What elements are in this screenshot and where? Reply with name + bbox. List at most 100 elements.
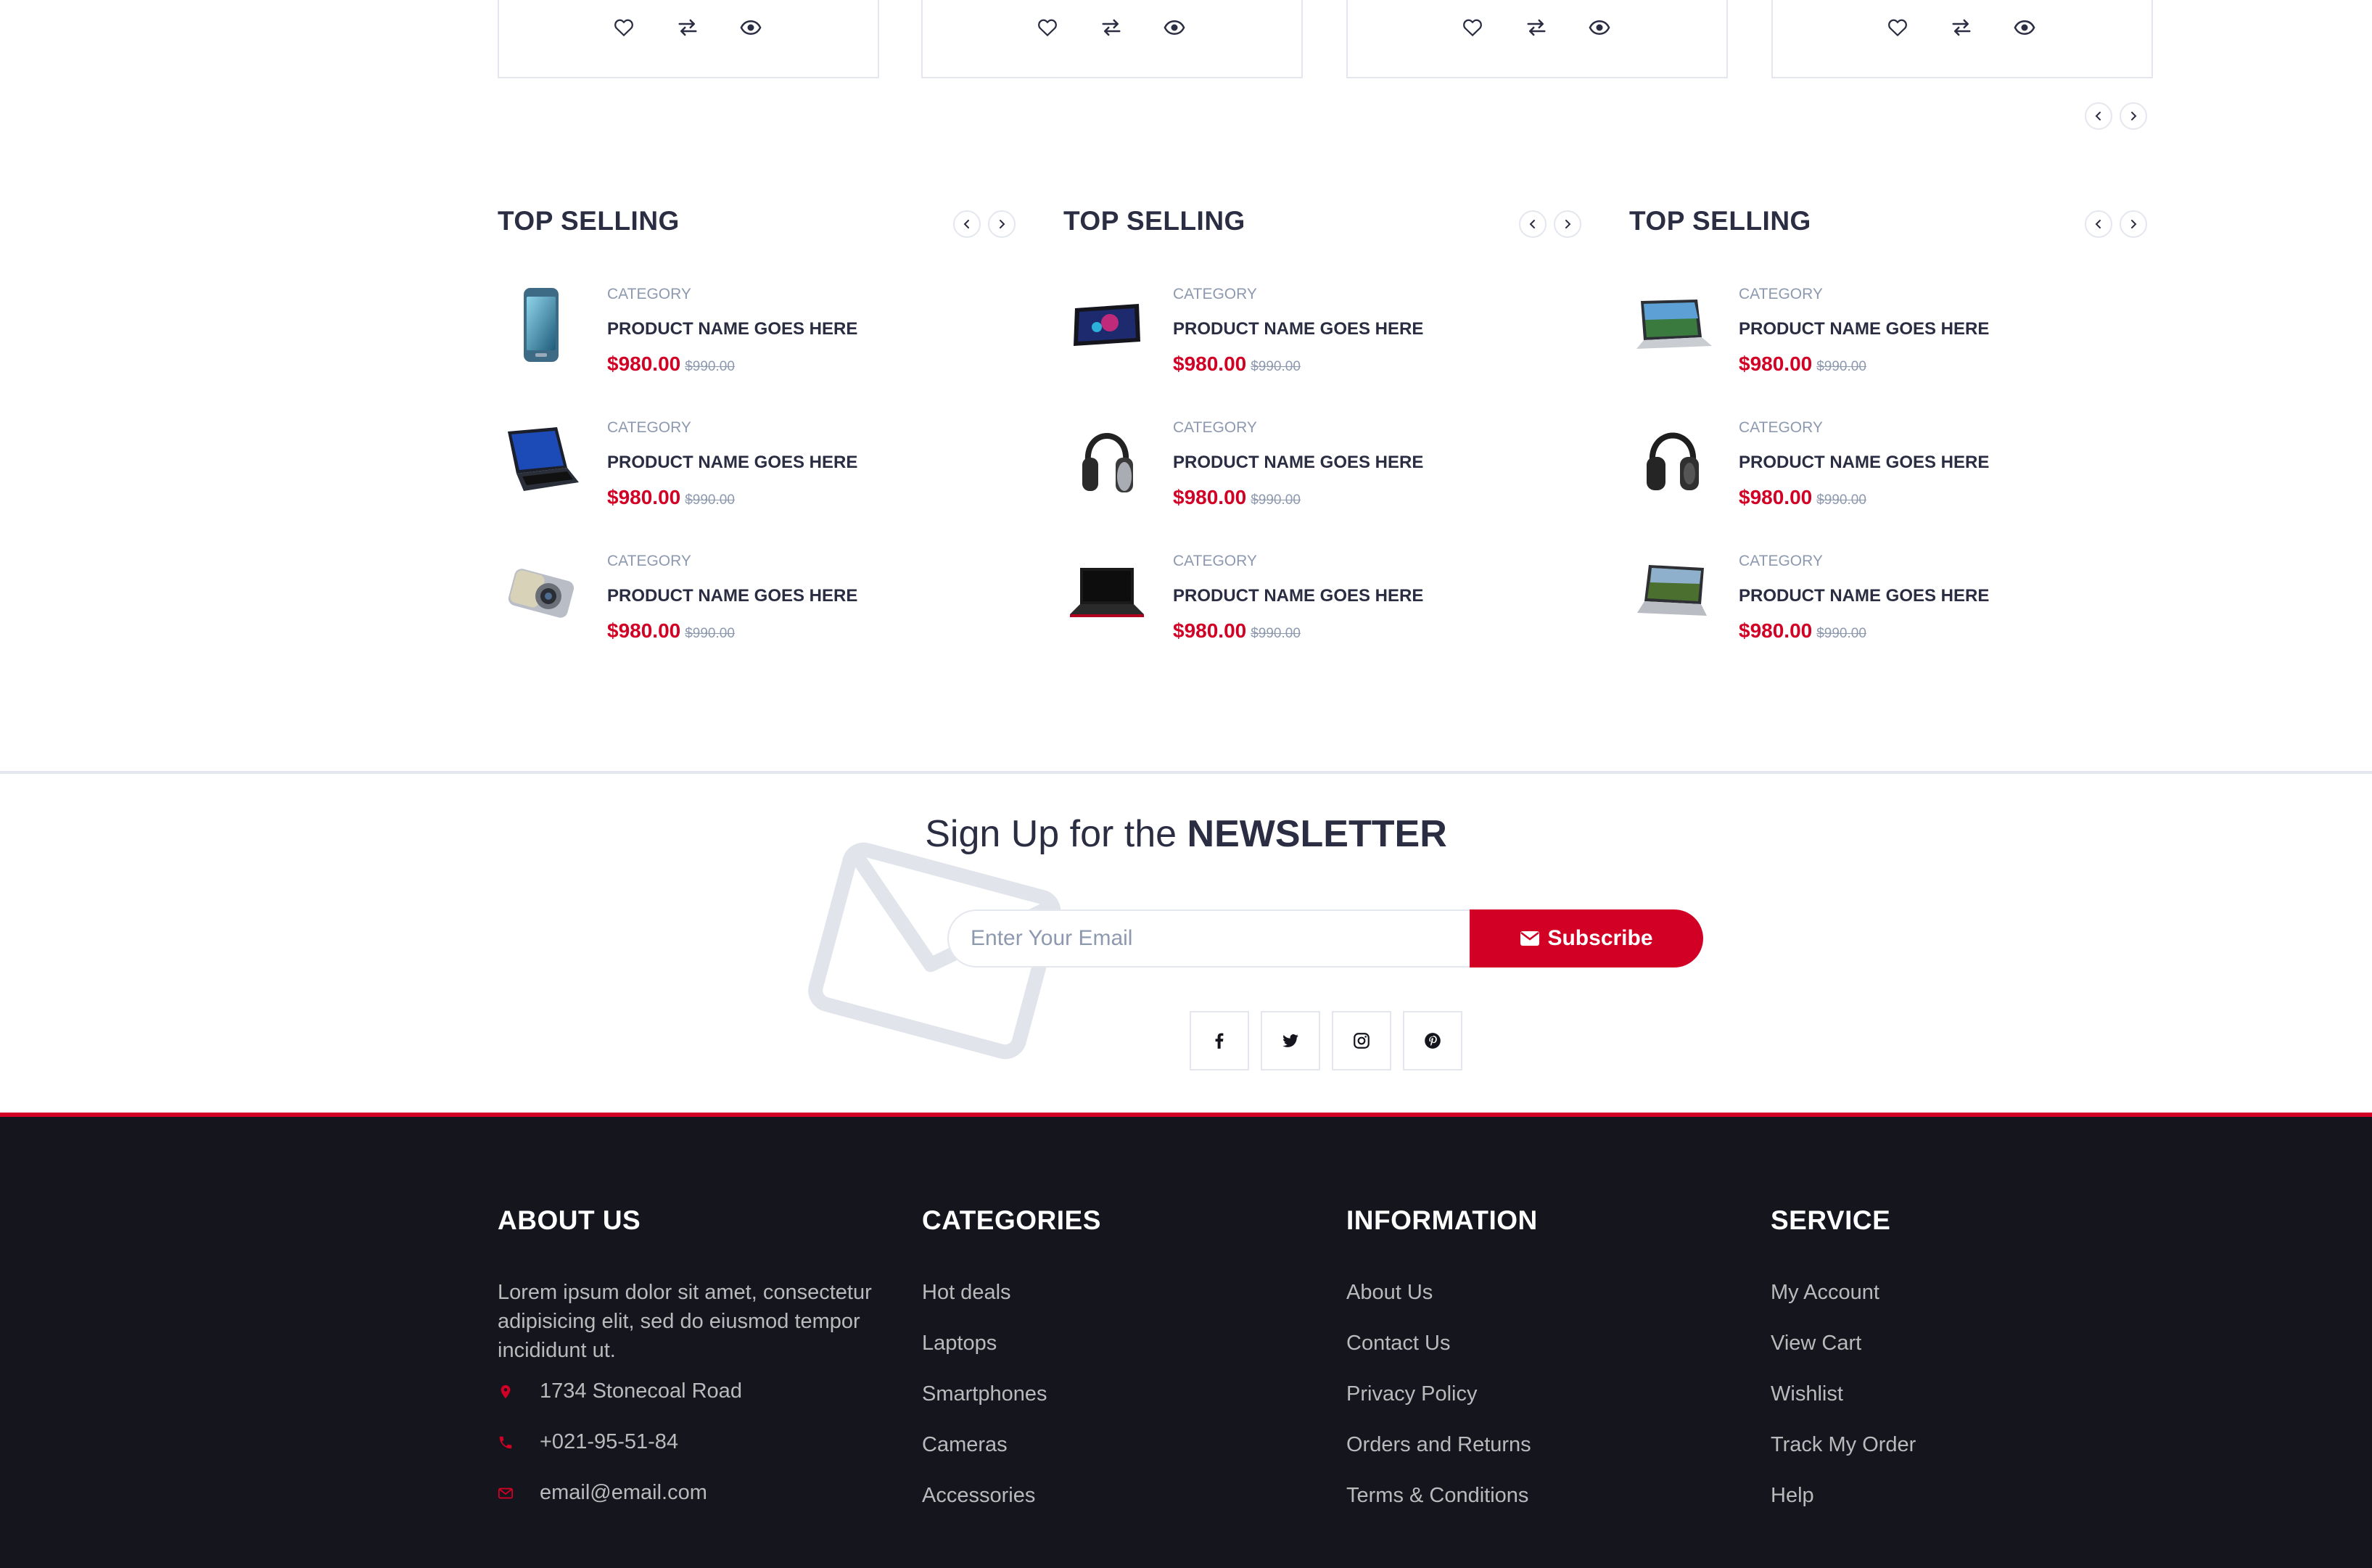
twitter-link[interactable] — [1261, 1011, 1320, 1070]
map-marker-icon — [501, 1385, 511, 1398]
add-to-compare-button[interactable] — [1947, 13, 1976, 42]
footer-link[interactable]: Track My Order — [1771, 1433, 1916, 1457]
product-price: $980.00 $990.00 — [1173, 486, 1301, 508]
product-category: CATEGORY — [607, 553, 691, 569]
exchange-icon — [1100, 17, 1122, 38]
slider-prev-button[interactable] — [2085, 102, 2112, 130]
product-price: $980.00 $990.00 — [607, 352, 735, 375]
product-old-price: $990.00 — [1251, 359, 1301, 374]
product-name[interactable]: PRODUCT NAME GOES HERE — [607, 453, 857, 473]
product-card — [921, 0, 1303, 78]
facebook-icon — [1215, 1033, 1224, 1049]
product-category: CATEGORY — [1739, 419, 1823, 436]
widget-title: TOP SELLING — [1629, 206, 1811, 236]
footer-email[interactable]: email@email.com — [498, 1481, 707, 1505]
product-name[interactable]: PRODUCT NAME GOES HERE — [607, 586, 857, 606]
footer-link[interactable]: Hot deals — [922, 1281, 1011, 1305]
footer-link[interactable]: Accessories — [922, 1484, 1035, 1508]
product-price: $980.00 $990.00 — [607, 619, 735, 642]
product-old-price: $990.00 — [1816, 626, 1866, 641]
add-to-wishlist-button[interactable] — [1883, 13, 1912, 42]
footer-address[interactable]: 1734 Stonecoal Road — [498, 1379, 742, 1403]
product-image-camera — [498, 548, 585, 635]
widget-prev-button[interactable] — [953, 210, 981, 238]
footer-link[interactable]: Contact Us — [1346, 1332, 1450, 1356]
footer-phone[interactable]: +021-95-51-84 — [498, 1430, 678, 1454]
widget-next-button[interactable] — [2120, 210, 2147, 238]
product-image-tablet — [1063, 281, 1150, 368]
product-category: CATEGORY — [1739, 286, 1823, 302]
product-category: CATEGORY — [1173, 286, 1257, 302]
quick-view-button[interactable] — [1585, 13, 1614, 42]
product-name[interactable]: PRODUCT NAME GOES HERE — [1739, 319, 1989, 339]
product-image-headphones — [1629, 415, 1716, 502]
exchange-icon — [1525, 17, 1547, 38]
add-to-wishlist-button[interactable] — [609, 13, 638, 42]
quick-view-button[interactable] — [2010, 13, 2039, 42]
product-name[interactable]: PRODUCT NAME GOES HERE — [1173, 453, 1423, 473]
product-old-price: $990.00 — [685, 626, 735, 641]
product-name[interactable]: PRODUCT NAME GOES HERE — [1739, 453, 1989, 473]
quick-view-button[interactable] — [736, 13, 765, 42]
add-to-compare-button[interactable] — [1097, 13, 1126, 42]
slider-next-button[interactable] — [2120, 102, 2147, 130]
footer-link[interactable]: Terms & Conditions — [1346, 1484, 1528, 1508]
add-to-compare-button[interactable] — [1522, 13, 1551, 42]
footer-link[interactable]: Help — [1771, 1484, 1814, 1508]
product-old-price: $990.00 — [685, 492, 735, 508]
add-to-compare-button[interactable] — [673, 13, 702, 42]
twitter-icon — [1282, 1034, 1298, 1047]
newsletter-email-input[interactable] — [947, 909, 1470, 967]
footer-link[interactable]: Smartphones — [922, 1382, 1047, 1406]
product-card — [1346, 0, 1728, 78]
chevron-left-icon — [2093, 218, 2104, 230]
footer-link[interactable]: Privacy Policy — [1346, 1382, 1478, 1406]
footer-about-text: Lorem ipsum dolor sit amet, consectetur … — [498, 1281, 872, 1362]
footer-link[interactable]: About Us — [1346, 1281, 1433, 1305]
footer-link[interactable]: Laptops — [922, 1332, 997, 1356]
product-image-laptop — [498, 415, 585, 502]
phone-icon — [499, 1436, 512, 1448]
product-image-smartphone — [498, 281, 585, 368]
pinterest-link[interactable] — [1403, 1011, 1462, 1070]
instagram-link[interactable] — [1332, 1011, 1391, 1070]
footer-link[interactable]: Cameras — [922, 1433, 1008, 1457]
footer-about-title: ABOUT US — [498, 1205, 641, 1235]
widget-prev-button[interactable] — [1519, 210, 1547, 238]
instagram-icon — [1354, 1033, 1370, 1049]
pinterest-icon — [1425, 1033, 1441, 1049]
product-card — [498, 0, 879, 78]
product-name[interactable]: PRODUCT NAME GOES HERE — [607, 319, 857, 339]
footer-categories-title: CATEGORIES — [922, 1205, 1101, 1235]
product-name[interactable]: PRODUCT NAME GOES HERE — [1173, 586, 1423, 606]
quick-view-button[interactable] — [1160, 13, 1189, 42]
product-price: $980.00 $990.00 — [1173, 352, 1301, 375]
envelope-icon — [1520, 931, 1540, 946]
product-price: $980.00 $990.00 — [1739, 486, 1866, 508]
footer-link[interactable]: Orders and Returns — [1346, 1433, 1531, 1457]
exchange-icon — [677, 17, 699, 38]
product-price: $980.00 $990.00 — [607, 486, 735, 508]
widget-next-button[interactable] — [988, 210, 1016, 238]
product-old-price: $990.00 — [685, 359, 735, 374]
chevron-left-icon — [961, 218, 973, 230]
add-to-wishlist-button[interactable] — [1458, 13, 1487, 42]
footer-link[interactable]: My Account — [1771, 1281, 1879, 1305]
facebook-link[interactable] — [1190, 1011, 1249, 1070]
subscribe-button[interactable]: Subscribe — [1470, 909, 1703, 967]
footer-information-title: INFORMATION — [1346, 1205, 1538, 1235]
widget-prev-button[interactable] — [2085, 210, 2112, 238]
widget-next-button[interactable] — [1554, 210, 1581, 238]
eye-icon — [2014, 17, 2035, 38]
chevron-left-icon — [2093, 110, 2104, 122]
product-category: CATEGORY — [607, 419, 691, 436]
add-to-wishlist-button[interactable] — [1033, 13, 1062, 42]
product-name[interactable]: PRODUCT NAME GOES HERE — [1739, 586, 1989, 606]
chevron-left-icon — [1527, 218, 1539, 230]
product-name[interactable]: PRODUCT NAME GOES HERE — [1173, 319, 1423, 339]
product-price: $980.00 $990.00 — [1173, 619, 1301, 642]
newsletter-title: Sign Up for the NEWSLETTER — [925, 813, 1447, 855]
product-card — [1771, 0, 2153, 78]
footer-link[interactable]: Wishlist — [1771, 1382, 1843, 1406]
footer-link[interactable]: View Cart — [1771, 1332, 1861, 1356]
